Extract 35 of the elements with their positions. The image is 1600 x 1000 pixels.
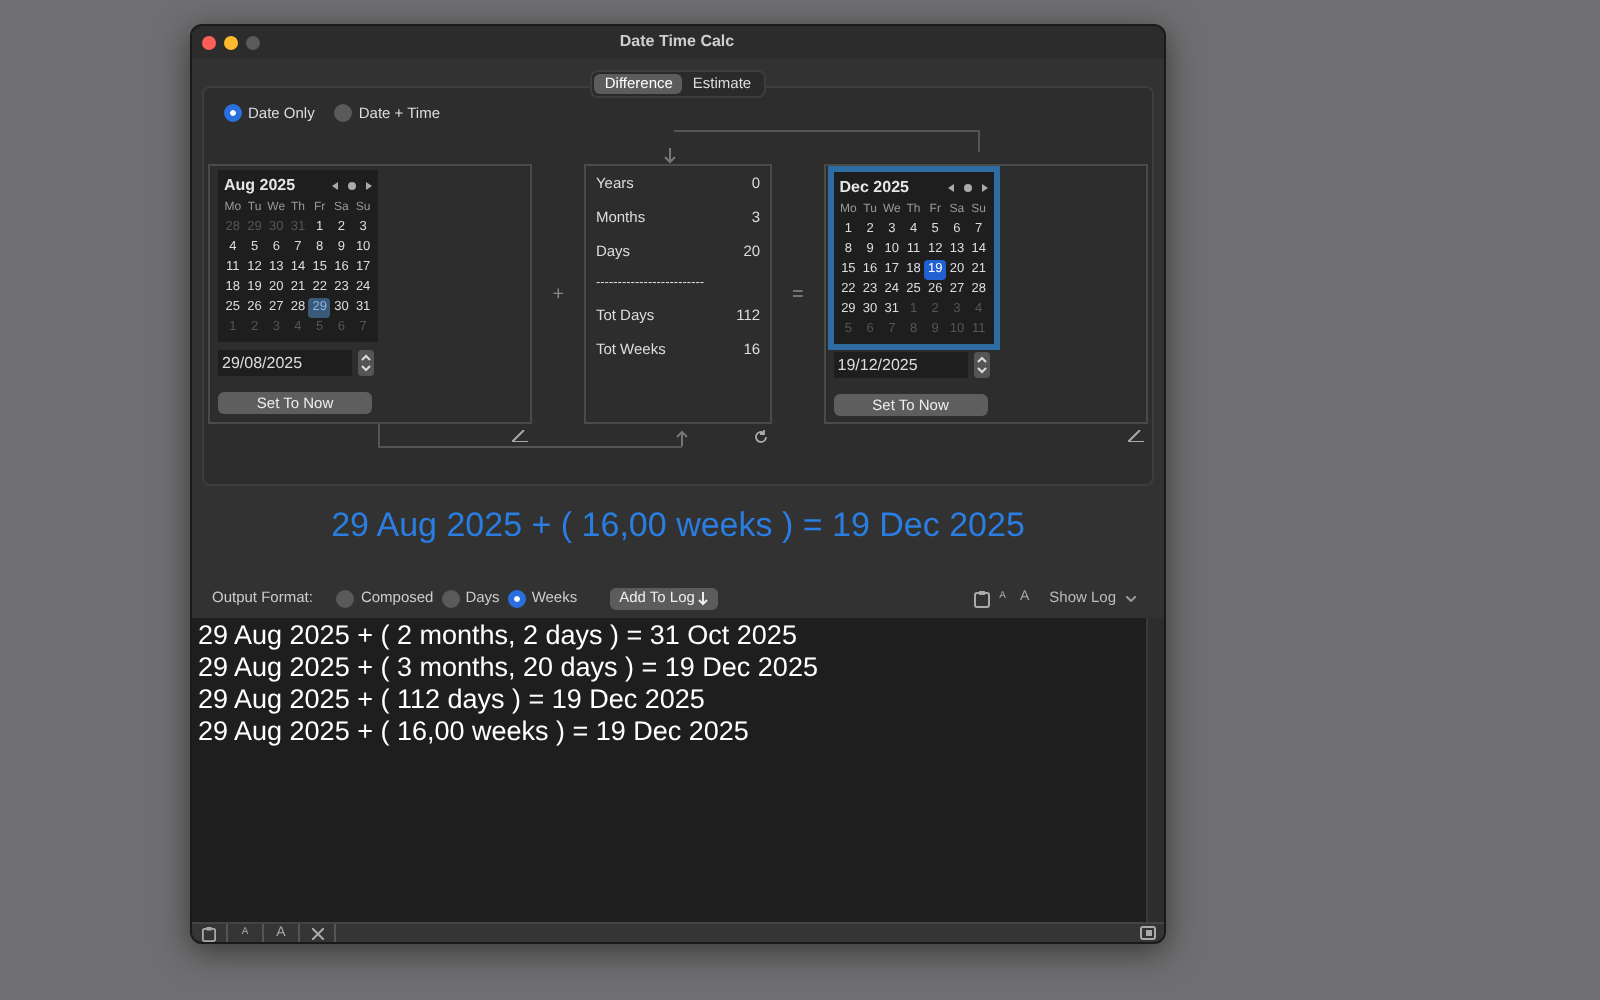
- log-line: 29 Aug 2025 + ( 16,00 weeks ) = 19 Dec 2025: [198, 716, 751, 748]
- clipboard-icon[interactable]: [202, 925, 216, 941]
- stepper-icon[interactable]: [358, 350, 374, 377]
- chevron-icon: [1126, 595, 1136, 601]
- log-line: 29 Aug 2025 + ( 112 days ) = 19 Dec 2025: [198, 684, 707, 716]
- radio-button[interactable]: [334, 104, 353, 123]
- stepper-icon[interactable]: [973, 352, 990, 379]
- result-text: 29 Aug 2025 + ( 16,00 weeks ) = 19 Dec 2025: [331, 504, 1025, 549]
- scrollbar[interactable]: [1146, 618, 1164, 922]
- resize-icon[interactable]: [1128, 430, 1145, 443]
- resize-icon[interactable]: [512, 430, 529, 443]
- date-field[interactable]: 19/12/2025: [833, 352, 968, 379]
- clipboard-icon[interactable]: [973, 589, 990, 607]
- plus-sign: +: [552, 281, 565, 310]
- close-button[interactable]: [202, 35, 216, 49]
- month-label: Aug 2025: [224, 174, 296, 199]
- down-arrow-icon: [664, 148, 676, 165]
- navigation-icon[interactable]: [332, 180, 372, 193]
- radio-button[interactable]: [507, 589, 526, 607]
- clear-icon[interactable]: [311, 927, 323, 939]
- window-title: Date Time Calc: [617, 30, 737, 54]
- date-field[interactable]: 29/08/2025: [218, 350, 352, 377]
- month-label: Dec 2025: [839, 176, 909, 201]
- panel-toggle-icon[interactable]: [1140, 926, 1156, 940]
- refresh-icon[interactable]: [754, 430, 769, 445]
- up-arrow-icon: [676, 430, 688, 447]
- radio-button[interactable]: [336, 589, 355, 607]
- navigation-icon[interactable]: [947, 182, 988, 195]
- down-arrow-icon: [698, 591, 709, 605]
- minimize-button[interactable]: [224, 35, 238, 49]
- log-line: 29 Aug 2025 + ( 3 months, 20 days ) = 19 Dec 2025: [198, 652, 820, 684]
- radio-button[interactable]: [441, 589, 460, 607]
- equals-sign: =: [791, 281, 804, 310]
- log-line: 29 Aug 2025 + ( 2 months, 2 days ) = 31 Oct 2025: [198, 620, 799, 652]
- radio-button[interactable]: [224, 104, 242, 123]
